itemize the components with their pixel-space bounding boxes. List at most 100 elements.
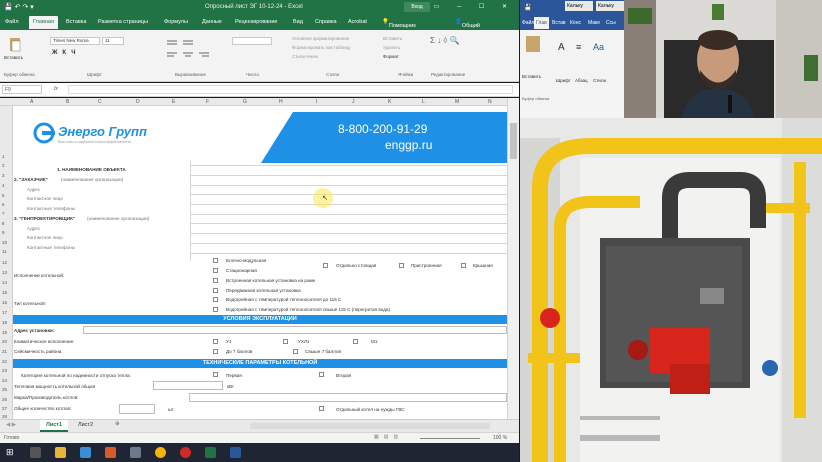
tab-home[interactable]: Главная — [29, 16, 58, 29]
col-E[interactable]: E — [172, 99, 175, 105]
name-box[interactable]: F9 — [2, 85, 42, 94]
row-9[interactable]: 9 — [2, 230, 5, 235]
word-paste-icon[interactable] — [526, 36, 540, 52]
excel-taskbar-icon[interactable] — [205, 447, 216, 458]
checkbox-m1[interactable] — [353, 339, 358, 344]
word-font-icon[interactable]: A — [558, 42, 565, 53]
app-icon[interactable] — [130, 447, 141, 458]
mail-icon[interactable] — [80, 447, 91, 458]
tab-page-layout[interactable]: Разметка страницы — [98, 19, 148, 25]
col-I[interactable]: I — [316, 99, 317, 105]
col-F[interactable]: F — [206, 99, 209, 105]
format-cells[interactable]: Формат — [383, 54, 399, 59]
view-buttons[interactable]: ▦▤▥ — [374, 434, 403, 440]
tab-tell-me[interactable]: 💡 Помощник — [382, 19, 416, 29]
tab-review[interactable]: Рецензирование — [235, 19, 277, 25]
row-15[interactable]: 15 — [2, 290, 7, 295]
checkbox-block-modular[interactable] — [213, 258, 218, 263]
word-tab-layout[interactable]: Маке — [588, 20, 600, 26]
fx-icon[interactable]: fx — [54, 86, 58, 92]
col-K[interactable]: K — [388, 99, 391, 105]
tab-insert[interactable]: Вставка — [66, 19, 86, 25]
font-size-select[interactable]: 11 — [102, 37, 124, 45]
checkbox-type-over-115[interactable] — [213, 307, 218, 312]
checkbox-seismic-over-7[interactable] — [293, 349, 298, 354]
row-26[interactable]: 26 — [2, 397, 7, 402]
tab-acrobat[interactable]: Acrobat — [348, 19, 367, 25]
tab-data[interactable]: Данные — [202, 19, 222, 25]
sheet-nav-icon[interactable]: ◀ ▶ — [6, 422, 16, 428]
font-format-buttons[interactable]: ЖКЧ — [52, 50, 80, 56]
delete-cells[interactable]: Удалить — [383, 45, 400, 50]
cell-styles[interactable]: Стили ячеек — [292, 54, 318, 59]
scroll-thumb[interactable] — [510, 123, 517, 159]
tab-formulas[interactable]: Формулы — [164, 19, 188, 25]
app-icon[interactable] — [105, 447, 116, 458]
col-J[interactable]: J — [352, 99, 355, 105]
col-H[interactable]: H — [279, 99, 283, 105]
word-save-icon[interactable]: 💾 — [524, 4, 531, 11]
formula-input[interactable] — [68, 85, 513, 94]
search-icon[interactable] — [30, 447, 41, 458]
row-22[interactable]: 22 — [2, 359, 7, 364]
word-doc-tab[interactable]: Кальку — [596, 1, 624, 11]
row-4[interactable]: 4 — [2, 183, 5, 188]
checkbox-separate-boiler[interactable] — [319, 406, 324, 411]
start-icon[interactable]: ⊞ — [6, 447, 17, 458]
word-doc-tab[interactable]: Кальку — [565, 1, 593, 11]
insert-cells[interactable]: Вставить — [383, 36, 402, 41]
col-B[interactable]: B — [66, 99, 69, 105]
font-name-select[interactable]: Times New Roma — [50, 37, 100, 45]
autosum-icon[interactable]: Σ ↓ ◊ 🔍 — [430, 36, 460, 45]
worksheet[interactable]: Энерго Групп Ваш ключ к надёжной энергоэ… — [13, 106, 507, 419]
col-D[interactable]: D — [136, 99, 140, 105]
word-styles-icon[interactable]: Aa — [593, 42, 604, 52]
checkbox-ukhl1[interactable] — [283, 339, 288, 344]
word-tab-references[interactable]: Ссы — [606, 20, 616, 26]
tab-file[interactable]: Файл — [5, 19, 19, 25]
row-6[interactable]: 6 — [2, 202, 5, 207]
row-24[interactable]: 24 — [2, 378, 7, 383]
tab-help[interactable]: Справка — [315, 19, 337, 25]
brand-input[interactable] — [189, 393, 507, 402]
row-13[interactable]: 13 — [2, 270, 7, 275]
tab-sheet1[interactable]: Лист1 — [40, 420, 69, 432]
row-14[interactable]: 14 — [2, 280, 7, 285]
record-icon[interactable] — [180, 447, 191, 458]
col-L[interactable]: L — [422, 99, 425, 105]
row-21[interactable]: 21 — [2, 349, 7, 354]
row-23[interactable]: 23 — [2, 368, 7, 373]
checkbox-type-up-to-115[interactable] — [213, 297, 218, 302]
word-paragraph-icon[interactable]: ≡ — [576, 42, 581, 52]
add-sheet-icon[interactable]: ⊕ — [115, 421, 120, 427]
row-20[interactable]: 20 — [2, 339, 7, 344]
conditional-formatting[interactable]: Условное форматирование — [292, 36, 349, 41]
row-3[interactable]: 3 — [2, 173, 5, 178]
checkbox-roof[interactable] — [461, 263, 466, 268]
row-25[interactable]: 25 — [2, 387, 7, 392]
word-taskbar-icon[interactable] — [230, 447, 241, 458]
row-11[interactable]: 11 — [2, 249, 7, 254]
row-12[interactable]: 12 — [2, 260, 7, 265]
word-tab-design[interactable]: Конс — [570, 20, 581, 26]
col-A[interactable]: A — [30, 99, 33, 105]
quick-access-icons[interactable]: 💾 ↶ ↷ ▾ — [4, 3, 34, 11]
col-G[interactable]: G — [243, 99, 247, 105]
word-tab-home[interactable]: Глав — [534, 17, 549, 29]
horizontal-scrollbar[interactable] — [250, 423, 490, 429]
row-2[interactable]: 2 — [2, 163, 5, 168]
tab-sheet2[interactable]: Лист2 — [78, 422, 93, 428]
word-tab-insert[interactable]: Встав — [552, 20, 566, 26]
checkbox-attached[interactable] — [399, 263, 404, 268]
install-address-input[interactable] — [83, 326, 507, 334]
heat-power-input[interactable] — [153, 381, 223, 390]
row-5[interactable]: 5 — [2, 193, 5, 198]
row-1[interactable]: 1 — [2, 154, 5, 159]
format-as-table[interactable]: Форматировать как таблицу — [292, 45, 351, 50]
checkbox-u1[interactable] — [213, 339, 218, 344]
window-controls[interactable]: ▭ ─ ☐ ✕ — [434, 3, 515, 10]
signin-button[interactable]: Вход — [404, 2, 430, 12]
alignment-buttons[interactable] — [165, 38, 225, 62]
chrome-icon[interactable] — [155, 447, 166, 458]
checkbox-mobile[interactable] — [213, 288, 218, 293]
